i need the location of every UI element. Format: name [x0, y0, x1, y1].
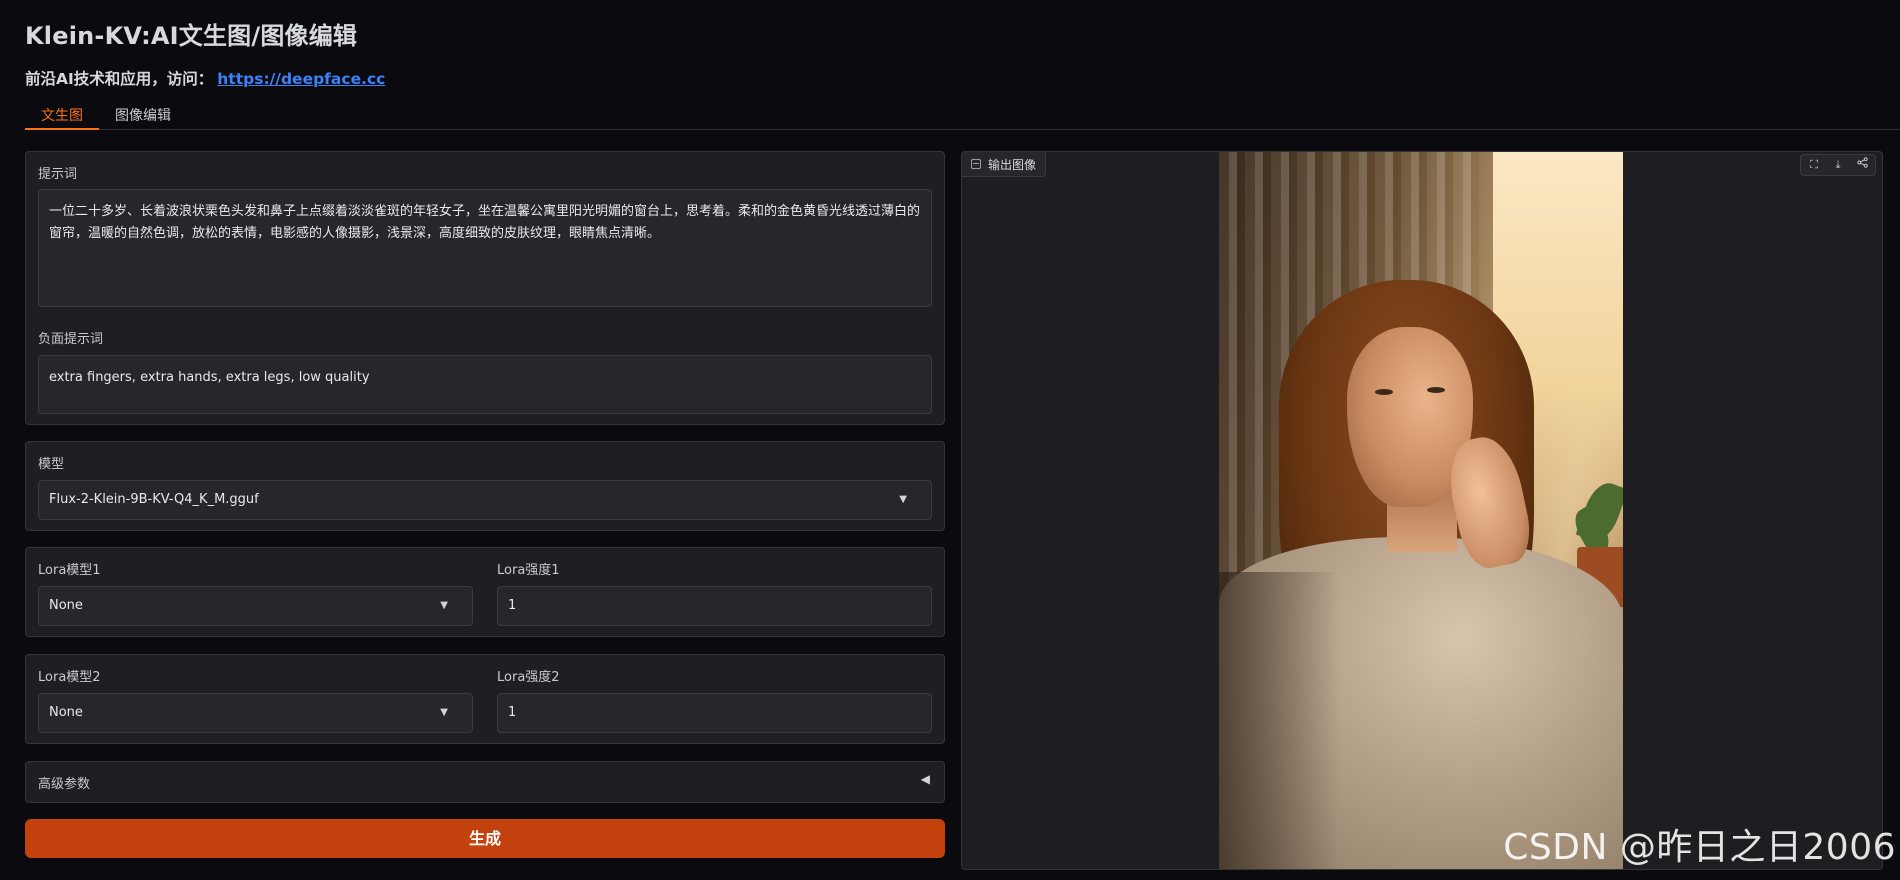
download-icon[interactable]: ⤓ [1827, 156, 1849, 174]
eye-shape [1375, 389, 1393, 395]
image-icon [971, 159, 981, 169]
fullscreen-icon[interactable]: ⛶ [1803, 156, 1825, 174]
lora1-panel: Lora模型1 None ▼ Lora强度1 1 [25, 547, 945, 637]
share-icon[interactable] [1851, 156, 1873, 174]
prompt-label: 提示词 [38, 167, 78, 182]
lora1-model-value: None [49, 598, 83, 613]
prompt-panel: 提示词 一位二十多岁、长着波浪状栗色头发和鼻子上点缀着淡淡雀斑的年轻女子，坐在温… [25, 151, 945, 425]
share-icon-svg [1856, 157, 1868, 168]
page-subtitle: 前沿AI技术和应用，访问： https://deepface.cc [25, 67, 385, 89]
lora2-model-select[interactable]: None ▼ [38, 693, 473, 733]
lora2-panel: Lora模型2 None ▼ Lora强度2 1 [25, 654, 945, 744]
lora2-model-label: Lora模型2 [38, 670, 101, 685]
lora2-strength-label: Lora强度2 [497, 670, 560, 685]
generate-button[interactable]: 生成 [25, 819, 945, 858]
output-image-panel: 输出图像 ⛶ ⤓ [961, 151, 1883, 870]
output-label: 输出图像 [962, 152, 1047, 177]
tab-bar: 文生图 图像编辑 [25, 102, 1900, 130]
tab-image-edit[interactable]: 图像编辑 [99, 102, 187, 130]
lora1-model-select[interactable]: None ▼ [38, 586, 473, 626]
lora2-strength-input[interactable]: 1 [497, 693, 932, 733]
model-panel: 模型 Flux-2-Klein-9B-KV-Q4_K_M.gguf ▼ [25, 441, 945, 531]
app-root: Klein-KV:AI文生图/图像编辑 前沿AI技术和应用，访问： https:/… [0, 0, 1900, 880]
deepface-link[interactable]: https://deepface.cc [217, 70, 385, 88]
output-image[interactable] [1219, 152, 1623, 869]
model-select[interactable]: Flux-2-Klein-9B-KV-Q4_K_M.gguf ▼ [38, 480, 932, 520]
page-title: Klein-KV:AI文生图/图像编辑 [25, 22, 358, 50]
lora1-strength-label: Lora强度1 [497, 563, 560, 578]
lora2-model-value: None [49, 705, 83, 720]
prompt-textarea[interactable]: 一位二十多岁、长着波浪状栗色头发和鼻子上点缀着淡淡雀斑的年轻女子，坐在温馨公寓里… [38, 189, 932, 307]
chevron-down-icon: ▼ [899, 494, 907, 505]
negative-prompt-label: 负面提示词 [38, 332, 104, 347]
model-label: 模型 [38, 457, 65, 472]
watermark: CSDN @昨日之日2006 [1503, 827, 1896, 868]
advanced-label: 高级参数 [38, 777, 91, 792]
subtitle-text: 前沿AI技术和应用，访问： [25, 70, 214, 88]
advanced-accordion[interactable]: 高级参数 ◀ [25, 761, 945, 803]
lora1-model-label: Lora模型1 [38, 563, 101, 578]
model-select-value: Flux-2-Klein-9B-KV-Q4_K_M.gguf [49, 492, 259, 507]
chevron-down-icon: ▼ [440, 600, 448, 611]
eye-shape [1427, 387, 1445, 393]
image-toolbar: ⛶ ⤓ [1800, 154, 1876, 176]
lora1-strength-input[interactable]: 1 [497, 586, 932, 626]
negative-prompt-textarea[interactable]: extra fingers, extra hands, extra legs, … [38, 355, 932, 414]
tab-text-to-image[interactable]: 文生图 [25, 102, 99, 130]
shadow-shape [1219, 572, 1339, 869]
caret-left-icon: ◀ [920, 772, 930, 786]
chevron-down-icon: ▼ [440, 707, 448, 718]
output-label-text: 输出图像 [988, 157, 1037, 172]
